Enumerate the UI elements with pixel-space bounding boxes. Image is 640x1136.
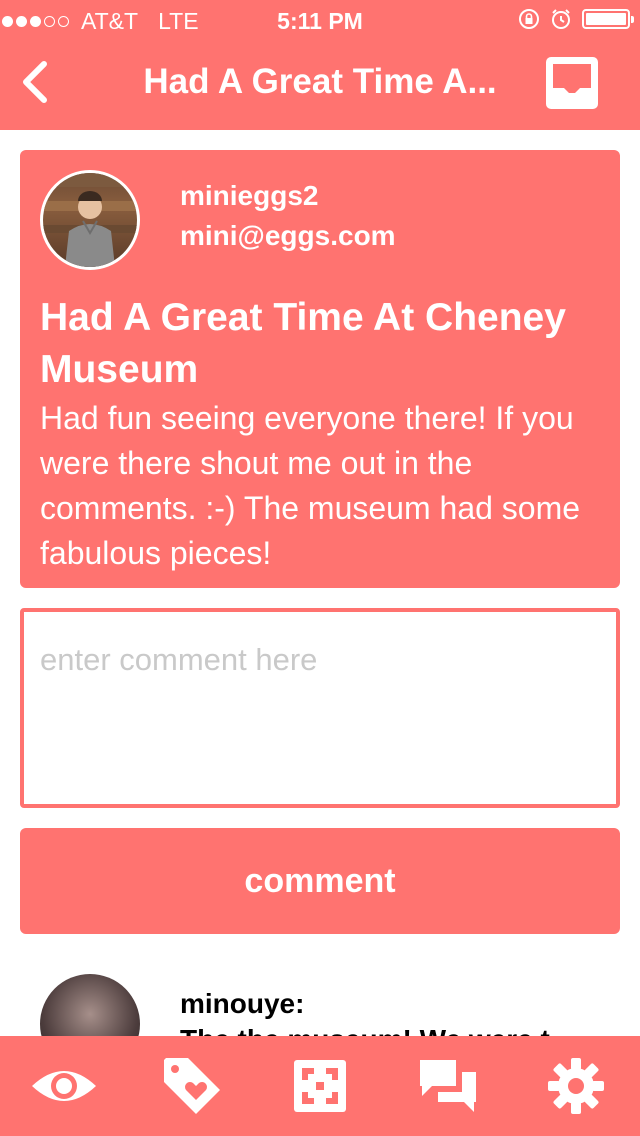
person-photo [43, 173, 137, 267]
tab-eye[interactable] [24, 1046, 104, 1126]
tab-bar [0, 1036, 640, 1136]
gear-icon [548, 1058, 604, 1114]
chat-icon [420, 1060, 476, 1112]
status-bar: AT&T LTE 5:11 PM [0, 0, 640, 40]
tab-settings[interactable] [536, 1046, 616, 1126]
back-button[interactable] [14, 52, 54, 112]
status-right [518, 8, 634, 30]
tag-heart-icon [164, 1058, 220, 1114]
post-email: mini@eggs.com [180, 220, 396, 251]
comment-input[interactable] [24, 612, 616, 804]
page-title: Had A Great Time A... [143, 62, 497, 101]
post-username: minieggs2 [180, 180, 319, 211]
inbox-icon [546, 57, 598, 109]
list-item: minouye: The the museum! We were t [0, 970, 640, 1074]
inbox-button[interactable] [544, 55, 600, 111]
tab-scan[interactable] [280, 1046, 360, 1126]
tab-tag[interactable] [152, 1046, 232, 1126]
rotation-lock-icon [519, 9, 539, 29]
qr-scan-icon [294, 1060, 346, 1112]
top-bar: AT&T LTE 5:11 PM Had A Great Time A... [0, 0, 640, 130]
nav-bar: Had A Great Time A... [0, 40, 640, 130]
battery-icon [582, 9, 634, 29]
post-body: Had fun seeing everyone there! If you we… [40, 400, 581, 571]
comment-button[interactable]: comment [20, 828, 620, 934]
tab-chat[interactable] [408, 1046, 488, 1126]
chevron-left-icon [23, 61, 47, 103]
post-title: Had A Great Time At Cheney Museum [40, 296, 566, 391]
post-card: minieggs2 mini@eggs.com Had A Great Time… [20, 150, 620, 588]
alarm-icon [552, 9, 570, 29]
avatar [40, 170, 140, 270]
comment-input-container [20, 608, 620, 808]
comment-username: minouye: [180, 988, 305, 1019]
eye-icon [32, 1071, 96, 1101]
